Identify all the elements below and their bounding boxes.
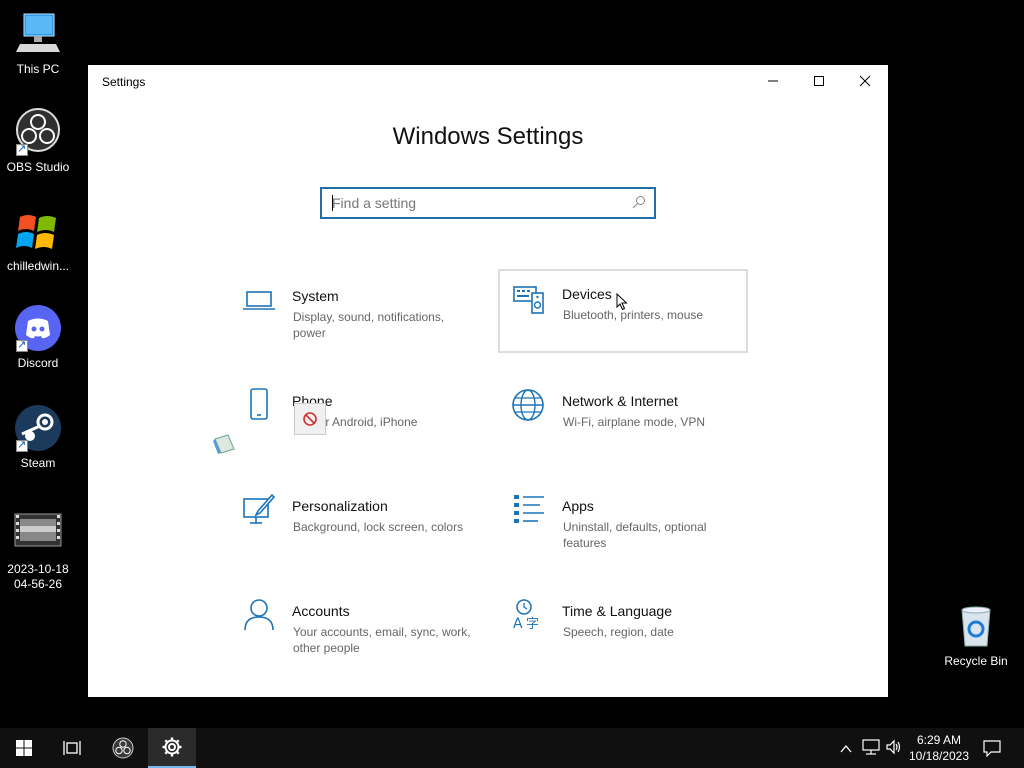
tile-name: Network & Internet bbox=[562, 393, 678, 409]
obs-icon bbox=[14, 108, 62, 157]
windows-start-icon bbox=[16, 740, 32, 756]
desktop-icon-video-file[interactable]: 2023-10-18 04-56-26 bbox=[0, 510, 76, 592]
shortcut-arrow-icon bbox=[16, 338, 28, 353]
tile-description: Wi-Fi, airplane mode, VPN bbox=[563, 415, 706, 429]
tile-name: Personalization bbox=[292, 498, 388, 514]
text-caret bbox=[332, 195, 333, 211]
desktop-icon-label: Steam bbox=[20, 456, 56, 470]
mouse-cursor-icon bbox=[616, 292, 628, 316]
dragged-file-icon bbox=[212, 433, 236, 460]
clock[interactable]: 6:29 AM 10/18/2023 bbox=[906, 732, 972, 764]
tile-description: Background, lock screen, colors bbox=[293, 520, 464, 534]
desktop-icon-this-pc[interactable]: This PC bbox=[0, 10, 76, 77]
tile-description: Speech, region, date bbox=[563, 625, 674, 639]
speaker-icon bbox=[886, 739, 901, 755]
clock-date: 10/18/2023 bbox=[908, 749, 970, 763]
tile-name: System bbox=[292, 288, 339, 304]
page-title: Windows Settings bbox=[392, 123, 584, 150]
desktop-icon-label: OBS Studio bbox=[6, 160, 70, 174]
video-file-icon bbox=[14, 510, 62, 558]
laptop-icon bbox=[242, 283, 276, 317]
chevron-up-icon bbox=[840, 744, 852, 753]
apps-list-icon bbox=[512, 493, 546, 527]
settings-window: Settings Windows Settings System Display… bbox=[88, 65, 888, 697]
search-box[interactable] bbox=[320, 187, 656, 219]
tile-name: Accounts bbox=[292, 603, 350, 619]
task-view-button[interactable] bbox=[48, 728, 96, 768]
volume-button[interactable] bbox=[885, 739, 901, 760]
desktop-icon-label-line2: 04-56-26 bbox=[13, 577, 63, 591]
window-title: Settings bbox=[102, 75, 146, 89]
tile-system[interactable]: System Display, sound, notifications, po… bbox=[230, 271, 480, 355]
taskbar: 6:29 AM 10/18/2023 bbox=[0, 728, 1024, 768]
minimize-button[interactable] bbox=[750, 65, 796, 97]
start-button[interactable] bbox=[0, 728, 48, 768]
tile-personalization[interactable]: Personalization Background, lock screen,… bbox=[230, 481, 480, 565]
recycle-bin-icon bbox=[952, 602, 1000, 650]
search-icon bbox=[632, 195, 646, 214]
tile-description: Your accounts, email, sync, work, other … bbox=[293, 625, 471, 655]
devices-icon bbox=[512, 283, 546, 317]
action-center-button[interactable] bbox=[983, 739, 1001, 762]
shortcut-arrow-icon bbox=[16, 438, 28, 453]
desktop-icon-discord[interactable]: Discord bbox=[0, 304, 76, 371]
desktop-icon-steam[interactable]: Steam bbox=[0, 404, 76, 471]
title-bar[interactable]: Settings bbox=[88, 65, 888, 97]
task-view-icon bbox=[63, 741, 81, 755]
steam-icon bbox=[14, 404, 62, 453]
no-drop-icon bbox=[294, 403, 326, 435]
search-input[interactable] bbox=[322, 189, 612, 217]
phone-icon bbox=[242, 388, 276, 422]
clock-time: 6:29 AM bbox=[916, 733, 962, 747]
tile-description: Uninstall, defaults, optional features bbox=[563, 520, 707, 550]
svg-text:A: A bbox=[513, 616, 523, 632]
taskbar-obs-button[interactable] bbox=[99, 728, 147, 768]
svg-text:字: 字 bbox=[526, 617, 539, 632]
notification-icon bbox=[983, 740, 1001, 758]
show-hidden-icons-button[interactable] bbox=[840, 741, 852, 759]
person-icon bbox=[242, 598, 276, 632]
tile-description: our Android, iPhone bbox=[312, 415, 418, 429]
shortcut-arrow-icon bbox=[16, 142, 28, 157]
close-icon bbox=[859, 75, 871, 87]
discord-icon bbox=[14, 304, 62, 353]
recycle-bin-label: Recycle Bin bbox=[944, 654, 1008, 668]
globe-icon bbox=[512, 388, 546, 422]
tile-description: Bluetooth, printers, mouse bbox=[563, 308, 704, 322]
maximize-button[interactable] bbox=[796, 65, 842, 97]
minimize-icon bbox=[768, 80, 778, 82]
gear-icon bbox=[162, 737, 182, 757]
time-language-icon: A字 bbox=[512, 598, 546, 632]
tile-name: Apps bbox=[562, 498, 594, 514]
tile-apps[interactable]: Apps Uninstall, defaults, optional featu… bbox=[500, 481, 750, 565]
personalization-icon bbox=[242, 493, 276, 527]
maximize-icon bbox=[814, 76, 824, 86]
desktop-icon-recycle-bin[interactable]: Recycle Bin bbox=[940, 602, 1012, 668]
tile-name: Devices bbox=[562, 286, 612, 302]
tile-name: Time & Language bbox=[562, 603, 672, 619]
taskbar-settings-button[interactable] bbox=[148, 728, 196, 768]
desktop-icon-label: chilledwin... bbox=[6, 259, 70, 273]
tile-network-internet[interactable]: Network & Internet Wi-Fi, airplane mode,… bbox=[500, 376, 750, 460]
desktop-icon-label: This PC bbox=[16, 62, 60, 76]
tile-description: Display, sound, notifications, power bbox=[293, 310, 445, 340]
desktop-icon-chilledwin[interactable]: chilledwin... bbox=[0, 207, 76, 274]
network-wired-icon bbox=[862, 739, 880, 755]
network-button[interactable] bbox=[862, 739, 880, 760]
desktop-icon-label-line1: 2023-10-18 bbox=[7, 562, 69, 576]
close-button[interactable] bbox=[842, 65, 888, 97]
tile-phone[interactable]: Phone our Android, iPhone bbox=[230, 376, 480, 460]
desktop-icon-obs-studio[interactable]: OBS Studio bbox=[0, 108, 76, 175]
tile-accounts[interactable]: Accounts Your accounts, email, sync, wor… bbox=[230, 586, 480, 670]
obs-icon bbox=[112, 737, 134, 759]
desktop-icon-label: Discord bbox=[17, 356, 59, 370]
tile-time-language[interactable]: A字 Time & Language Speech, region, date bbox=[500, 586, 750, 670]
computer-icon bbox=[14, 10, 62, 58]
windows-logo-icon bbox=[14, 207, 62, 255]
